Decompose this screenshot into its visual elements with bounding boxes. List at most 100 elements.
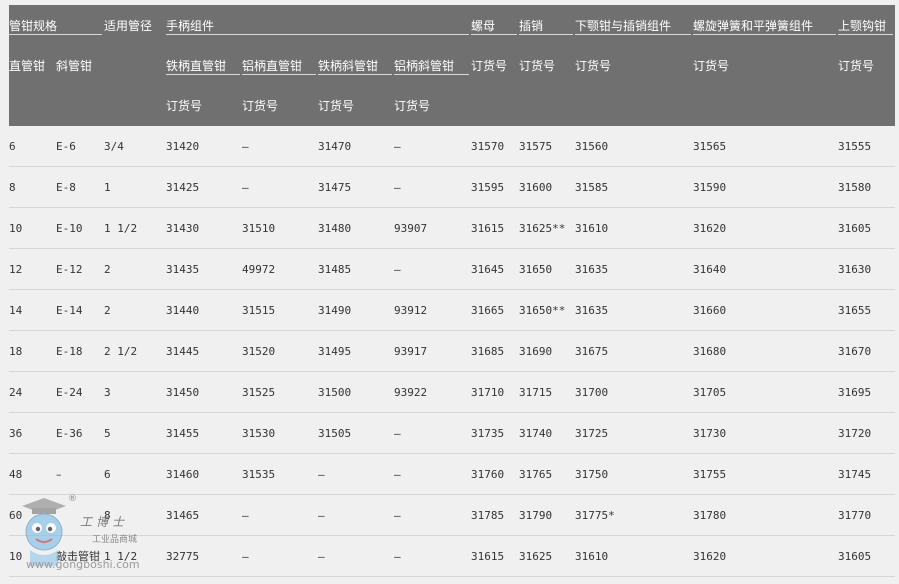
cell-iron-end: 31490 <box>318 289 395 331</box>
cell-lower-jaw: 31700 <box>575 371 694 413</box>
cell-nut: 31760 <box>471 453 520 495</box>
cell-pin: 31690 <box>519 330 576 372</box>
cell-pipe-range: 8 <box>104 494 167 536</box>
cell-nut: 31570 <box>471 126 520 167</box>
cell-lower-jaw: 31750 <box>575 453 694 495</box>
cell-end-model: E-18 <box>56 330 105 372</box>
cell-lower-jaw: 31635 <box>575 248 694 290</box>
cell-alu-end: – <box>394 535 472 577</box>
cell-pipe-range: 1 1/2 <box>104 207 167 249</box>
header-upper-jaw-order: 订货号 <box>838 45 895 126</box>
cell-iron-straight: 31435 <box>166 248 243 290</box>
cell-nut: 31645 <box>471 248 520 290</box>
cell-alu-straight: 31520 <box>242 330 319 372</box>
cell-spring: 31590 <box>693 166 839 208</box>
header-alu-end-order: 订货号 <box>394 85 472 126</box>
table-row: 14 E-14 2 31440 31515 31490 93912 31665 31650** 3… <box>9 289 895 331</box>
cell-end-model: E-36 <box>56 412 105 454</box>
cell-lower-jaw: 31725 <box>575 412 694 454</box>
table-row: 36 E-36 5 31455 31530 31505–31735 31740 31725 31… <box>9 412 895 454</box>
header-alu-straight-order: 订货号 <box>242 85 319 126</box>
cell-iron-end: – <box>318 494 395 536</box>
cell-alu-end: – <box>394 494 472 536</box>
cell-pin: 31650** <box>519 289 576 331</box>
table-row: 48–6 31460 31535– –31760 31765 31750 31755 3174… <box>9 453 895 495</box>
cell-iron-end: 31495 <box>318 330 395 372</box>
header-pin: 插销 <box>519 5 576 45</box>
cell-pin: 31625** <box>519 207 576 249</box>
cell-spring: 31780 <box>693 494 839 536</box>
cell-pin: 31650 <box>519 248 576 290</box>
table-row: 10 E-10 1 1/2 31430 31510 31480 93907 31615 3162… <box>9 207 895 249</box>
cell-nut: 31685 <box>471 330 520 372</box>
header-nut-order: 订货号 <box>471 45 520 126</box>
header-end: 斜管钳 <box>56 45 105 126</box>
table-row: 12 E-12 2 31435 49972 31485–31645 31650 31635 31… <box>9 248 895 290</box>
cell-end-model: 敲击管钳 <box>56 535 105 577</box>
cell-pin: 31575 <box>519 126 576 167</box>
cell-size: 8 <box>9 166 56 208</box>
cell-nut: 31595 <box>471 166 520 208</box>
cell-alu-straight: – <box>242 535 319 577</box>
table-row: 6 E-6 3/4 31420–31470–31570 31575 31560 31565 3… <box>9 126 895 167</box>
cell-spring: 31730 <box>693 412 839 454</box>
header-iron-straight-order: 订货号 <box>166 85 243 126</box>
cell-size: 60 <box>9 494 56 536</box>
cell-iron-straight: 31425 <box>166 166 243 208</box>
cell-size: 14 <box>9 289 56 331</box>
cell-iron-end: – <box>318 453 395 495</box>
cell-end-model: E-6 <box>56 126 105 167</box>
cell-alu-end: 93917 <box>394 330 472 372</box>
header-alu-end: 铝柄斜管钳 <box>394 45 472 85</box>
cell-iron-end: 31500 <box>318 371 395 413</box>
cell-alu-straight: 31535 <box>242 453 319 495</box>
cell-size: 10 <box>9 207 56 249</box>
cell-pin: 31790 <box>519 494 576 536</box>
cell-iron-straight: 31455 <box>166 412 243 454</box>
table-row: 8 E-8 1 31425–31475–31595 31600 31585 31590 315… <box>9 166 895 208</box>
cell-alu-straight: – <box>242 494 319 536</box>
cell-lower-jaw: 31585 <box>575 166 694 208</box>
cell-lower-jaw: 31635 <box>575 289 694 331</box>
cell-pipe-range: 3 <box>104 371 167 413</box>
cell-lower-jaw: 31775* <box>575 494 694 536</box>
cell-end-model: E-14 <box>56 289 105 331</box>
cell-pipe-range: 1 1/2 <box>104 535 167 577</box>
cell-nut: 31615 <box>471 535 520 577</box>
cell-upper-jaw: 31695 <box>838 371 895 413</box>
cell-nut: 31735 <box>471 412 520 454</box>
table-body: 6 E-6 3/4 31420–31470–31570 31575 31560 31565 3… <box>9 126 895 577</box>
cell-pin: 31740 <box>519 412 576 454</box>
header-lower-jaw: 下颚钳与插销组件 <box>575 5 694 45</box>
cell-pipe-range: 5 <box>104 412 167 454</box>
cell-alu-end: – <box>394 248 472 290</box>
cell-end-model <box>56 494 105 536</box>
cell-nut: 31710 <box>471 371 520 413</box>
table-row: 18 E-18 2 1/2 31445 31520 31495 93917 31685 3169… <box>9 330 895 372</box>
header-size: 管钳规格 <box>9 5 105 45</box>
spec-table-container: 管钳规格 适用管径 手柄组件 螺母 插销 下颚钳与插销组件 螺旋弹簧和平弹簧组件… <box>9 5 895 584</box>
cell-iron-straight: 32775 <box>166 535 243 577</box>
cell-lower-jaw: 31560 <box>575 126 694 167</box>
cell-pin: 31625 <box>519 535 576 577</box>
header-nut: 螺母 <box>471 5 520 45</box>
cell-end-model: E-10 <box>56 207 105 249</box>
cell-iron-end: 31480 <box>318 207 395 249</box>
cell-end-model: E-12 <box>56 248 105 290</box>
cell-alu-end: – <box>394 412 472 454</box>
header-straight: 直管钳 <box>9 45 56 126</box>
cell-size: 12 <box>9 248 56 290</box>
table-row: 60 8 31465– – –31785 31790 31775* 31780 31770 <box>9 494 895 536</box>
cell-alu-straight: – <box>242 166 319 208</box>
cell-pipe-range: 2 1/2 <box>104 330 167 372</box>
cell-upper-jaw: 31655 <box>838 289 895 331</box>
cell-iron-end: – <box>318 535 395 577</box>
header-handle-assembly: 手柄组件 <box>166 5 472 45</box>
table-row: 10 敲击管钳 1 1/2 32775– – –31615 31625 31610 31620 3… <box>9 535 895 577</box>
cell-size: 24 <box>9 371 56 413</box>
cell-alu-end: 93912 <box>394 289 472 331</box>
cell-pipe-range: 6 <box>104 453 167 495</box>
header-pin-order: 订货号 <box>519 45 576 126</box>
cell-spring: 31680 <box>693 330 839 372</box>
cell-upper-jaw: 31670 <box>838 330 895 372</box>
